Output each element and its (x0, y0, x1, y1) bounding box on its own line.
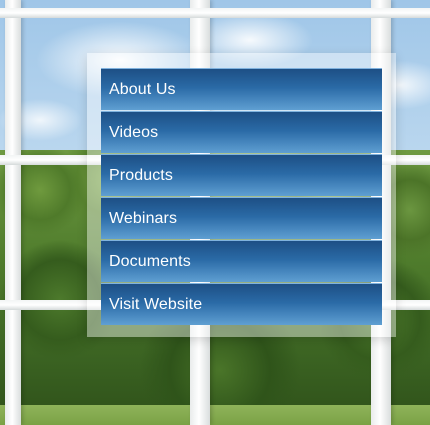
menu-item-products[interactable]: Products (101, 154, 382, 196)
menu-item-label: Products (109, 167, 173, 184)
grass-background (0, 405, 430, 425)
menu-item-label: Visit Website (109, 296, 203, 313)
window-frame-post (5, 0, 21, 425)
menu-item-visit-website[interactable]: Visit Website (101, 283, 382, 325)
main-menu: About Us Videos Products Webinars Docume… (101, 68, 382, 326)
menu-item-about-us[interactable]: About Us (101, 68, 382, 110)
menu-item-label: About Us (109, 81, 176, 98)
menu-item-webinars[interactable]: Webinars (101, 197, 382, 239)
menu-item-videos[interactable]: Videos (101, 111, 382, 153)
menu-item-label: Documents (109, 253, 191, 270)
menu-item-documents[interactable]: Documents (101, 240, 382, 282)
window-frame-rail (0, 8, 430, 18)
menu-item-label: Webinars (109, 210, 178, 227)
menu-item-label: Videos (109, 124, 159, 141)
